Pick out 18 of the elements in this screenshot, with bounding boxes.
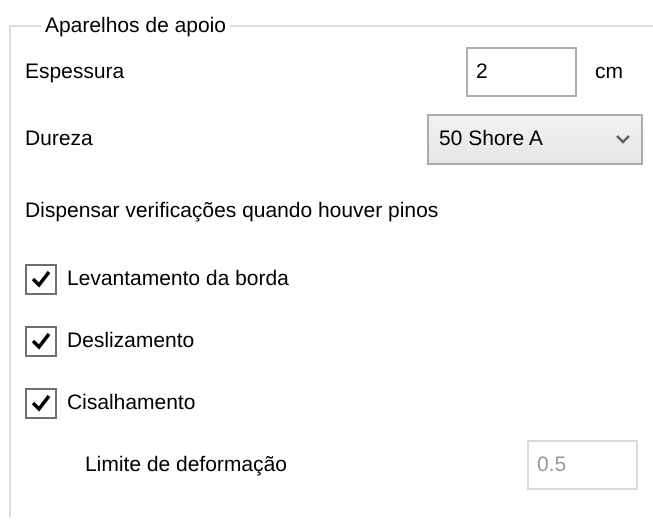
unit-label: cm (595, 60, 624, 84)
section-note: Dispensar verificações quando houver pinos (25, 199, 440, 223)
field-label: Espessura (25, 60, 126, 84)
checkbox-label: Deslizamento (67, 329, 196, 353)
checkbox-label: Cisalhamento (67, 391, 196, 415)
checkbox[interactable] (25, 264, 57, 294)
checkbox-label: Levantamento da borda (67, 267, 290, 291)
checkmark-icon (31, 270, 51, 288)
field-label: Limite de deformação (85, 453, 288, 477)
checkmark-icon (31, 332, 51, 350)
chevron-down-icon (615, 133, 631, 145)
field-label: Dureza (25, 127, 94, 151)
dropdown[interactable]: 50 Shore A (427, 114, 643, 164)
checkmark-icon (31, 394, 51, 412)
group-title: Aparelhos de apoio (44, 13, 227, 39)
input-field[interactable]: 2 (466, 47, 577, 97)
checkbox[interactable] (25, 326, 57, 356)
checkbox[interactable] (25, 388, 57, 418)
